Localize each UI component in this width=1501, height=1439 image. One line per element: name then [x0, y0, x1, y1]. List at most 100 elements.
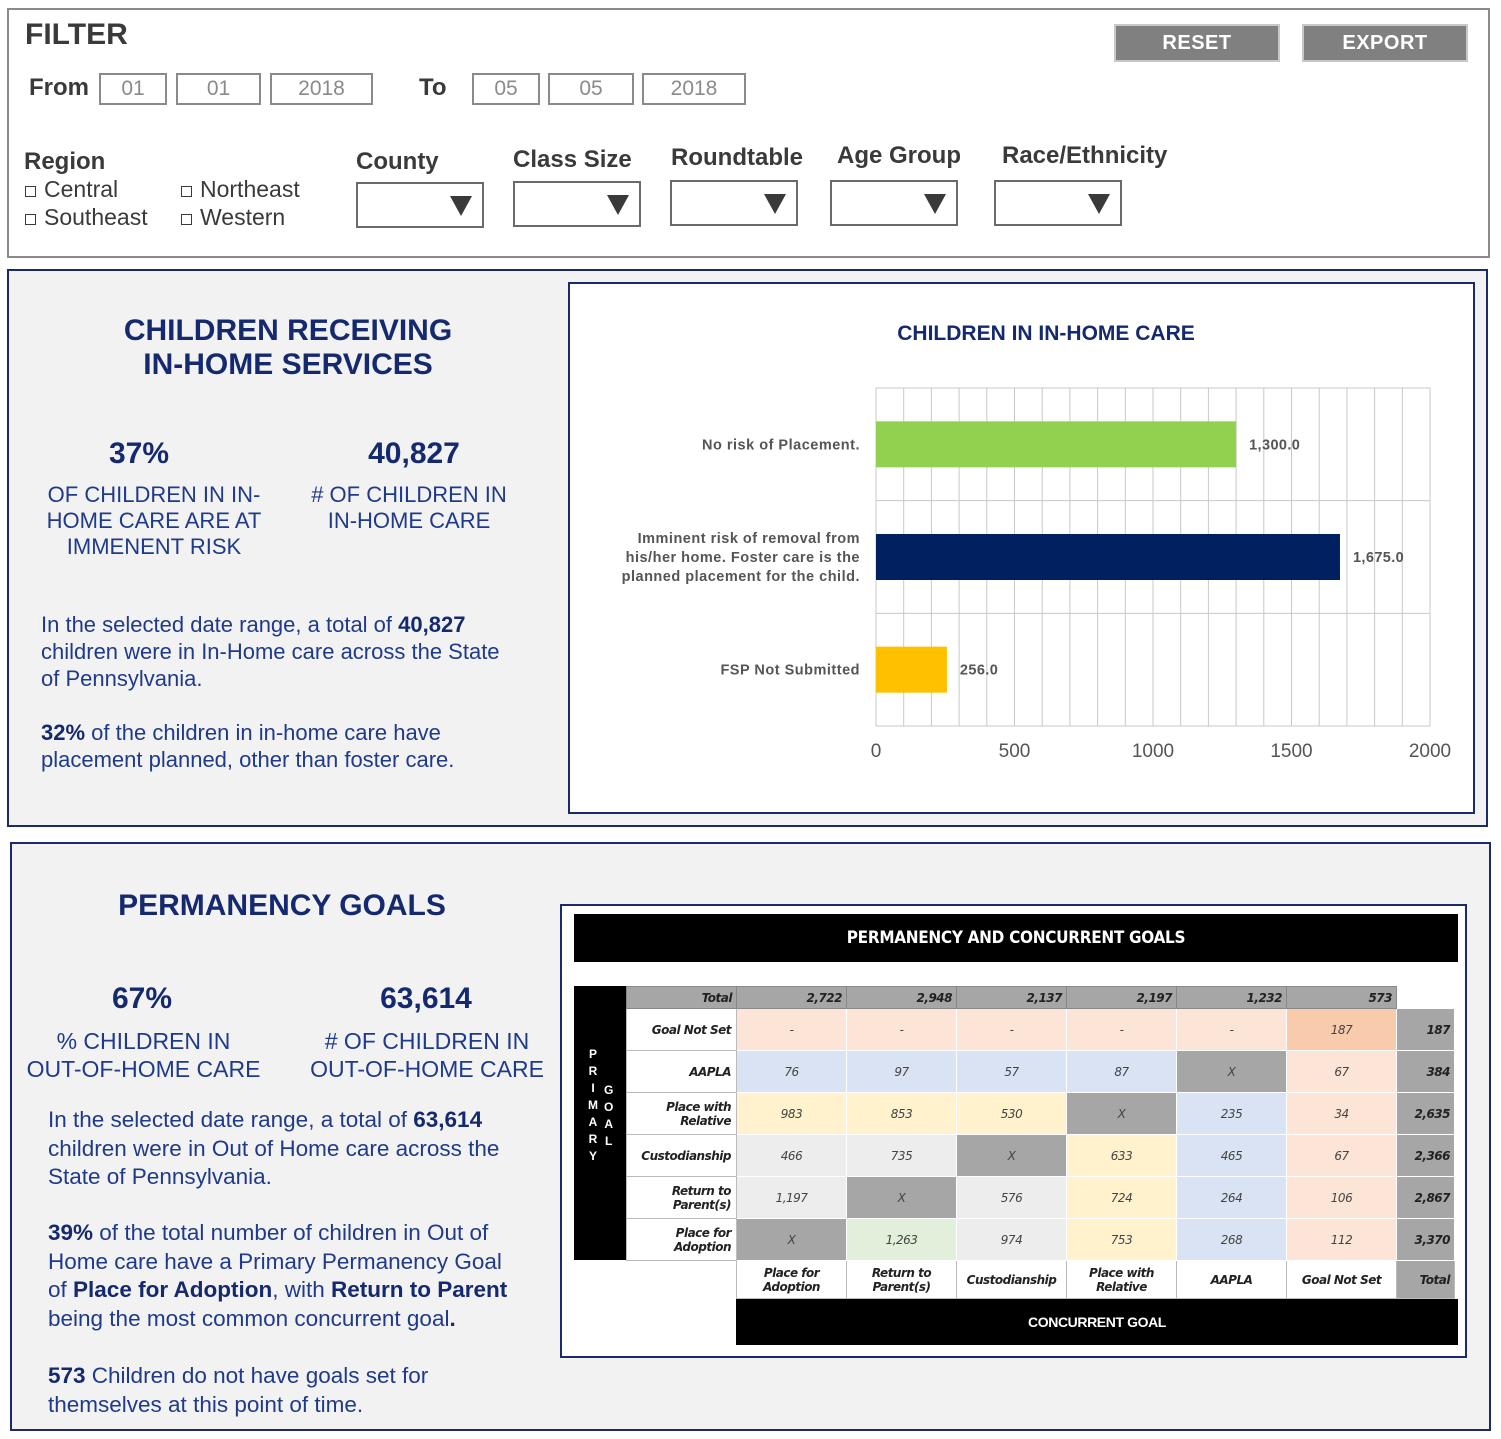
matrix-cell: 466 — [736, 1134, 847, 1177]
chart-title: CHILDREN IN IN-HOME CARE — [897, 322, 1195, 345]
matrix-cell: 974 — [956, 1218, 1067, 1261]
primary-goal-paragraph: 39% of the total number of children in O… — [48, 1219, 548, 1333]
age-group-label: Age Group — [837, 142, 961, 169]
matrix-cell: 187 — [1286, 1008, 1397, 1051]
category-label: Imminent risk of removal from — [638, 531, 860, 547]
reset-button[interactable]: RESET — [1114, 24, 1280, 62]
matrix-cell: X — [1066, 1092, 1177, 1135]
race-ethnicity-dropdown[interactable] — [994, 180, 1122, 226]
category-label: planned placement for the child. — [622, 569, 860, 585]
primary-goal-axis-label: PRIMARY GOAL — [574, 986, 628, 1260]
from-year-input[interactable]: 2018 — [270, 73, 373, 105]
row-label: Place with Relative — [626, 1092, 737, 1135]
matrix-cell: - — [736, 1008, 847, 1051]
in-home-count-label: # OF CHILDREN IN IN-HOME CARE — [289, 482, 529, 534]
risk-percent-label: OF CHILDREN IN IN- HOME CARE ARE AT IMME… — [19, 482, 289, 560]
primary-letter: M — [588, 1098, 598, 1112]
matrix-cell: - — [956, 1008, 1067, 1051]
matrix-cell: 106 — [1286, 1176, 1397, 1219]
class-size-label: Class Size — [513, 146, 632, 173]
from-month-input[interactable]: 01 — [99, 73, 167, 105]
primary-letter: I — [591, 1081, 595, 1095]
goals-matrix: Total 2,722 2,948 2,137 2,197 1,232 573 Goal No… — [626, 986, 1455, 1299]
primary-letter: R — [588, 1132, 598, 1146]
bar — [876, 421, 1237, 468]
matrix-cell: X — [1176, 1050, 1287, 1093]
bar — [876, 534, 1340, 580]
goal-text-line4: being the most common concurrent goal — [48, 1305, 450, 1331]
bar-value-label: 1,675.0 — [1353, 550, 1404, 566]
in-home-care-chart: CHILDREN IN IN-HOME CARE 1,300.0 No risk o… — [568, 282, 1475, 814]
in-home-title: CHILDREN RECEIVING IN-HOME SERVICES — [39, 314, 537, 382]
bar-value-label: 1,300.0 — [1249, 437, 1300, 453]
age-group-dropdown[interactable] — [830, 180, 958, 226]
region-southeast-label: Southeast — [44, 204, 148, 230]
column-label: Return to Parent(s) — [846, 1260, 957, 1299]
out-of-home-count-value: 63,614 — [380, 982, 472, 1015]
table-row: Goal Not Set - - - - -187 187 — [626, 1008, 1455, 1051]
in-home-title-line1: CHILDREN RECEIVING — [123, 314, 453, 347]
table-row: AAPLA 76 97 57 87 X 67 384 — [626, 1050, 1455, 1093]
matrix-cell: X — [956, 1134, 1067, 1177]
matrix-cell: 1,197 — [736, 1176, 847, 1219]
out-of-home-summary-paragraph: In the selected date range, a total of 6… — [48, 1106, 548, 1192]
oh-summary-text-line2: children were in Out of Home care across… — [48, 1135, 500, 1161]
filter-title: FILTER — [25, 18, 128, 51]
goals-not-set-paragraph: 573 Children do not have goals set for t… — [48, 1362, 548, 1419]
region-central-checkbox[interactable]: Central — [25, 176, 118, 203]
no-goal-text-line2: themselves at this point of time. — [48, 1391, 364, 1417]
region-northeast-checkbox[interactable]: Northeast — [181, 176, 300, 203]
region-central-label: Central — [44, 176, 119, 202]
matrix-cell: 465 — [1176, 1134, 1287, 1177]
oh-summary-count: 63,614 — [413, 1107, 483, 1132]
column-total-cell: 1,232 — [1176, 986, 1287, 1009]
in-home-count-value: 40,827 — [368, 437, 460, 470]
matrix-cell: - — [1176, 1008, 1287, 1051]
region-southeast-checkbox[interactable]: Southeast — [25, 204, 148, 231]
x-tick-label: 2000 — [1409, 741, 1451, 762]
matrix-cell: 724 — [1066, 1176, 1177, 1219]
checkbox-icon — [25, 213, 36, 225]
matrix-cell: 735 — [846, 1134, 957, 1177]
in-home-count-label-line1: # OF CHILDREN IN — [311, 482, 507, 507]
no-goal-text: Children do not have goals set for — [85, 1363, 429, 1388]
county-label: County — [356, 148, 439, 175]
table-row: Return to Parent(s) 1,197 X 576 724 264 106 2,8… — [626, 1176, 1455, 1219]
roundtable-dropdown[interactable] — [670, 180, 798, 226]
bar-chart-svg: CHILDREN IN IN-HOME CARE 1,300.0 No risk o… — [622, 322, 1452, 762]
matrix-cell: 530 — [956, 1092, 1067, 1135]
in-home-summary-paragraph: In the selected date range, a total of 4… — [41, 611, 561, 692]
summary-text-line2: children were in In-Home care across the… — [41, 639, 500, 664]
from-label: From — [29, 74, 89, 101]
matrix-cell: 235 — [1176, 1092, 1287, 1135]
county-dropdown[interactable] — [356, 182, 484, 228]
class-size-dropdown[interactable] — [513, 181, 641, 227]
column-total-cell: 2,948 — [846, 986, 957, 1009]
export-button[interactable]: EXPORT — [1302, 24, 1468, 62]
roundtable-label: Roundtable — [671, 144, 803, 171]
matrix-cell: 57 — [956, 1050, 1067, 1093]
placement-planned-paragraph: 32% of the children in in-home care have… — [41, 719, 561, 773]
column-label: Place for Adoption — [736, 1260, 847, 1299]
permanency-goals-table-panel: PERMANENCY AND CONCURRENT GOALS PRIMARY … — [560, 904, 1467, 1358]
checkbox-icon — [181, 185, 192, 197]
placement-percent: 32% — [41, 720, 86, 745]
in-home-title-line2: IN-HOME SERVICES — [143, 348, 433, 381]
primary-letters: PRIMARY — [588, 1046, 598, 1165]
to-year-input[interactable]: 2018 — [642, 73, 746, 105]
to-day-input[interactable]: 05 — [548, 73, 634, 105]
from-day-input[interactable]: 01 — [176, 73, 261, 105]
to-month-input[interactable]: 05 — [472, 73, 540, 105]
column-total-cell: 2,197 — [1066, 986, 1177, 1009]
goal-return-to-parent: Return to Parent — [330, 1277, 508, 1302]
out-of-home-percent-label-line2: OUT-OF-HOME CARE — [26, 1056, 261, 1082]
concurrent-goal-axis-label: CONCURRENT GOAL — [736, 1299, 1458, 1345]
to-label: To — [419, 74, 447, 101]
row-label: AAPLA — [626, 1050, 737, 1093]
goal-text-line2: Home care have a Primary Permanency Goal — [48, 1248, 502, 1274]
region-western-checkbox[interactable]: Western — [181, 204, 285, 231]
summary-text: In the selected date range, a total of — [41, 612, 399, 637]
matrix-cell: 576 — [956, 1176, 1067, 1219]
x-tick-label: 0 — [871, 741, 882, 762]
placement-text-line2: placement planned, other than foster car… — [41, 747, 455, 772]
